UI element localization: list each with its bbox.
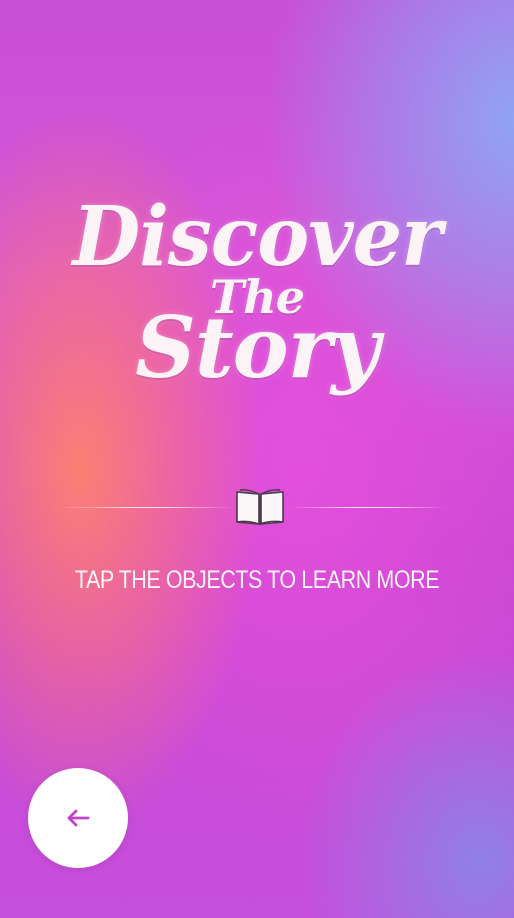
onboarding-screen: Discover The Story TAP THE OBJECTS TO LE… xyxy=(0,0,514,918)
divider-line-left xyxy=(60,507,234,508)
divider-line-right xyxy=(288,507,448,508)
title-line-discover: Discover xyxy=(72,189,443,285)
open-book-icon xyxy=(236,489,284,525)
back-button[interactable] xyxy=(28,768,128,868)
instruction-text: TAP THE OBJECTS TO LEARN MORE xyxy=(74,566,440,594)
arrow-left-icon xyxy=(67,809,90,827)
title-line-story: Story xyxy=(135,298,380,397)
page-title: Discover The Story xyxy=(0,196,514,390)
